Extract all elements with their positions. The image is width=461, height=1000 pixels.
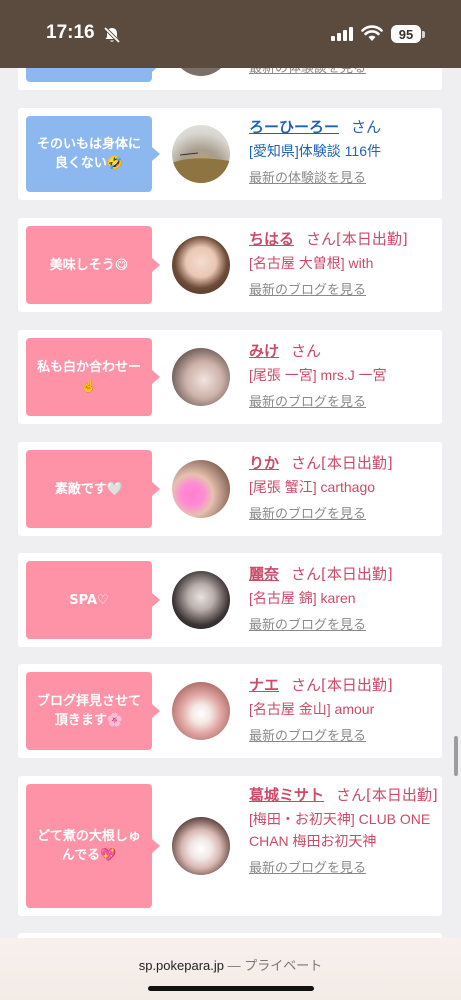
cellular-signal-icon [331, 27, 353, 41]
latest-blog-link[interactable]: 最新のブログを見る [249, 617, 439, 635]
girl-name-link[interactable]: ナエ [249, 676, 279, 694]
status-bar: 17:16 95 [0, 0, 461, 68]
honorific: さん[本日出勤] [336, 786, 438, 804]
comment-bubble: ブログ拝見させて頂きます🌸 [26, 672, 160, 750]
clock: 17:16 [46, 22, 95, 43]
girl-name-link[interactable]: みけ [249, 342, 279, 360]
honorific: さん[本日出勤] [291, 454, 393, 472]
blog-card: ブログ拝見させて頂きます🌸 ナエ さん[本日出勤] [名古屋 金山] amour … [18, 664, 442, 758]
honorific: さん [291, 342, 322, 360]
honorific: さん [351, 118, 382, 136]
shop-detail: [名古屋 錦] karen [249, 590, 356, 606]
shop-detail: [梅田・お初天神] CLUB ONE CHAN 梅田お初天神 [249, 811, 431, 849]
scrollbar-thumb[interactable] [454, 736, 458, 776]
feed: 最新の体験談を見る そのいもは身体に良くない🤣 ろーひーろー さん [愛知県]体験… [0, 0, 461, 1000]
girl-name-link[interactable]: 麗奈 [249, 565, 279, 583]
latest-blog-link[interactable]: 最新のブログを見る [249, 282, 439, 300]
shop-detail: [尾張 一宮] mrs.J 一宮 [249, 367, 387, 383]
separator: — [227, 958, 241, 973]
comment-bubble: 私も白か合わせー☝️ [26, 338, 160, 416]
browser-url-bar[interactable]: sp.pokepara.jp — プライベート [0, 938, 461, 1000]
latest-blog-link[interactable]: 最新のブログを見る [249, 506, 439, 524]
girl-name-link[interactable]: ちはる [249, 230, 294, 248]
girl-name-link[interactable]: 葛城ミサト [249, 786, 324, 804]
domain-text: sp.pokepara.jp [138, 958, 224, 973]
user-avatar[interactable] [172, 125, 230, 183]
blog-card: 私も白か合わせー☝️ みけ さん [尾張 一宮] mrs.J 一宮 最新のブログを… [18, 330, 442, 424]
review-card: そのいもは身体に良くない🤣 ろーひーろー さん [愛知県]体験談 116件 最新の… [18, 108, 442, 200]
girl-avatar[interactable] [172, 348, 230, 406]
user-name-link[interactable]: ろーひーろー [249, 118, 339, 136]
comment-bubble: 素敵です🤍 [26, 450, 160, 528]
shop-detail: [名古屋 金山] amour [249, 701, 375, 717]
url-display[interactable]: sp.pokepara.jp — プライベート [0, 955, 461, 974]
blog-card: SPA♡ 麗奈 さん[本日出勤] [名古屋 錦] karen 最新のブログを見る [18, 553, 442, 647]
wifi-icon [361, 25, 383, 41]
private-mode-label: プライベート [244, 958, 323, 973]
girl-avatar[interactable] [172, 460, 230, 518]
girl-avatar[interactable] [172, 571, 230, 629]
shop-detail: [名古屋 大曽根] with [249, 255, 374, 271]
comment-bubble: SPA♡ [26, 561, 160, 639]
blog-card: 素敵です🤍 りか さん[本日出勤] [尾張 蟹江] carthago 最新のブログ… [18, 442, 442, 536]
bell-slash-icon [103, 26, 121, 44]
honorific: さん[本日出勤] [291, 676, 393, 694]
latest-blog-link[interactable]: 最新のブログを見る [249, 394, 439, 412]
honorific: さん[本日出勤] [306, 230, 408, 248]
home-indicator[interactable] [148, 986, 314, 991]
comment-bubble: どて煮の大根しゅんでる💖 [26, 784, 160, 908]
comment-bubble: そのいもは身体に良くない🤣 [26, 116, 160, 192]
blog-card: どて煮の大根しゅんでる💖 葛城ミサト さん[本日出勤] [梅田・お初天神] CLU… [18, 776, 442, 916]
girl-avatar[interactable] [172, 236, 230, 294]
blog-card: 美味しそう😋 ちはる さん[本日出勤] [名古屋 大曽根] with 最新のブログ… [18, 218, 442, 312]
shop-detail: [尾張 蟹江] carthago [249, 479, 376, 495]
battery-icon: 95 [391, 25, 421, 43]
latest-review-link[interactable]: 最新の体験談を見る [249, 170, 439, 188]
girl-name-link[interactable]: りか [249, 454, 279, 472]
comment-bubble: 美味しそう😋 [26, 226, 160, 304]
latest-blog-link[interactable]: 最新のブログを見る [249, 728, 439, 746]
girl-avatar[interactable] [172, 682, 230, 740]
battery-tip [422, 31, 425, 38]
user-detail: [愛知県]体験談 116件 [249, 143, 381, 159]
honorific: さん[本日出勤] [291, 565, 393, 583]
latest-blog-link[interactable]: 最新のブログを見る [249, 860, 439, 878]
girl-avatar[interactable] [172, 817, 230, 875]
